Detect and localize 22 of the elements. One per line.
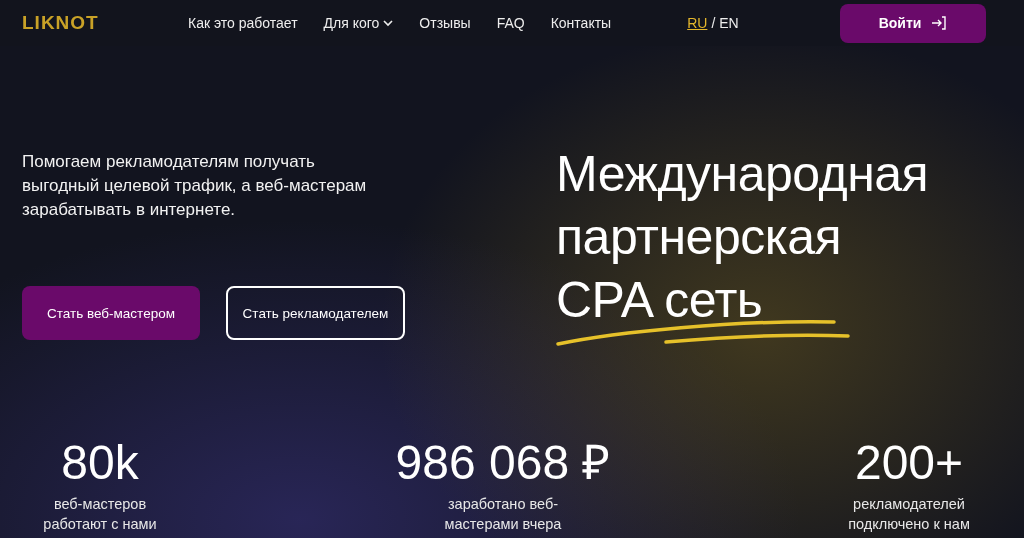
hero-title: Международная партнерская CPA сеть	[556, 145, 929, 330]
stat-value: 986 068 ₽	[395, 436, 611, 490]
chevron-down-icon	[383, 19, 394, 27]
language-link[interactable]: RU	[687, 15, 708, 31]
primary-button[interactable]: Стать веб-мастером	[22, 286, 200, 340]
outline-button[interactable]: Стать рекламодателем	[226, 286, 405, 340]
separator: /	[711, 15, 716, 31]
login-button[interactable]: Войти	[840, 3, 986, 43]
stat-label: рекламодателей подключено к нам	[848, 495, 970, 534]
language-link[interactable]: EN	[719, 15, 739, 31]
hero-subtitle: Помогаем рекламодателям получать выгодный целевой трафик, а веб-мастерам зарабатывать в интернете.	[22, 151, 368, 221]
login-icon	[931, 15, 948, 31]
stat-label: веб-мастеров работают с нами	[43, 495, 157, 534]
nav-link[interactable]: Для кого	[323, 15, 394, 31]
nav-link[interactable]: FAQ	[496, 15, 525, 31]
logo[interactable]: LIKNOT	[22, 12, 188, 34]
nav-link[interactable]: Отзывы	[419, 15, 471, 31]
stat-value: 80k	[61, 436, 139, 490]
nav-link[interactable]: Как это работает	[188, 15, 298, 31]
nav-link[interactable]: Контакты	[550, 15, 612, 31]
stat-value: 200+	[854, 436, 964, 490]
stat-label: заработано веб- мастерами вчера	[444, 495, 562, 534]
